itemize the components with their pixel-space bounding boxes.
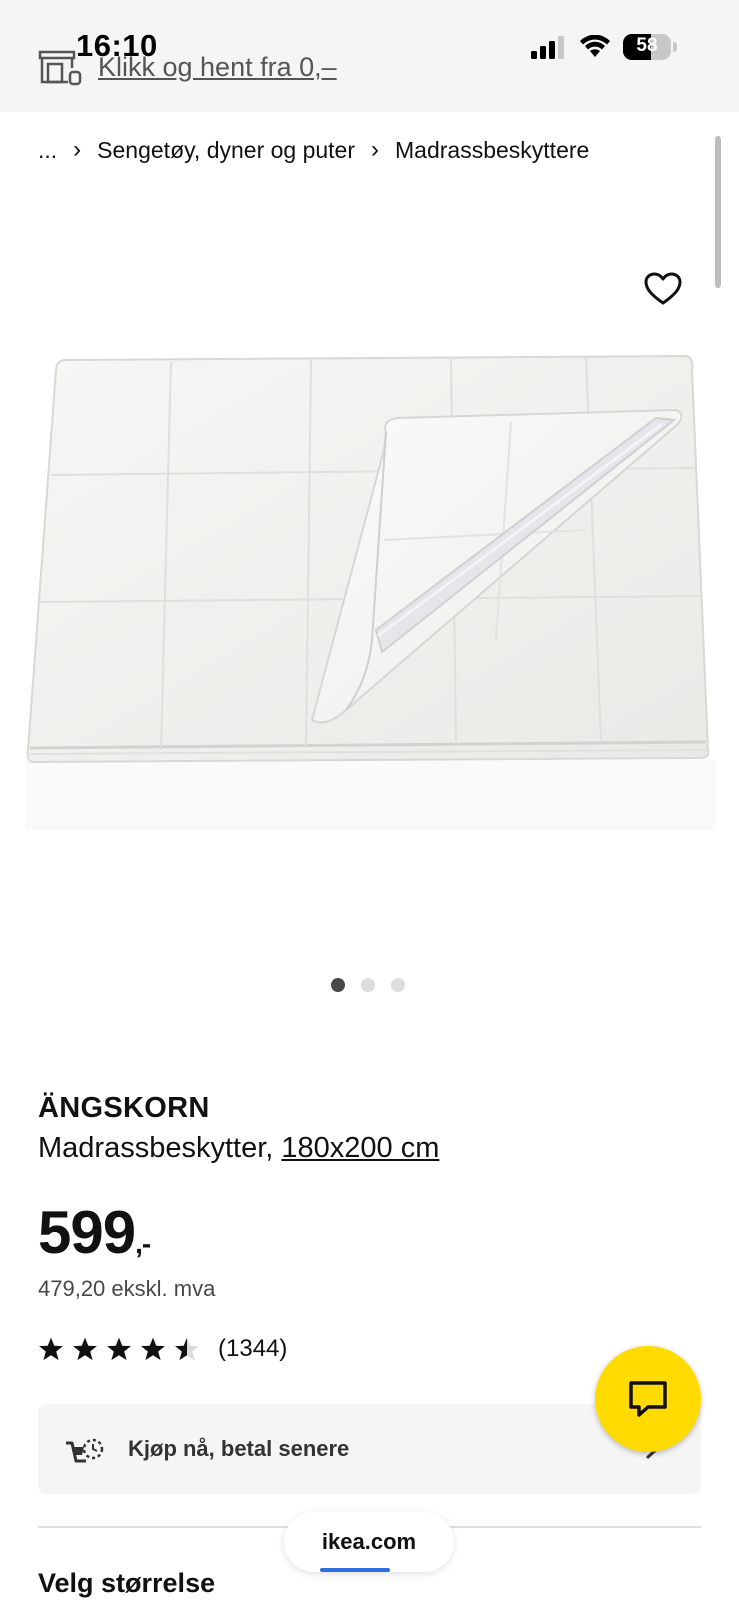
chat-bubble-icon [629, 1381, 667, 1417]
star-icon [73, 1337, 97, 1361]
choose-size-heading: Velg størrelse [38, 1568, 216, 1598]
page-scrollbar[interactable] [715, 136, 721, 288]
wifi-icon [580, 35, 610, 57]
price-ex-vat: 479,20 ekskl. mva [38, 1276, 216, 1301]
product-size-link[interactable]: 180x200 cm [281, 1132, 439, 1164]
product-rating[interactable]: (1344) [38, 1335, 287, 1363]
status-time: 16:10 [76, 28, 158, 63]
battery-level: 58 [636, 35, 658, 56]
battery-tip [673, 42, 677, 52]
cart-clock-icon [66, 1438, 104, 1463]
half-star-icon [175, 1337, 199, 1361]
cellular-signal-icon [531, 36, 564, 59]
gallery-dots [331, 978, 405, 992]
chevron-right-icon: › [73, 136, 82, 163]
chevron-right-icon: › [371, 136, 380, 163]
star-icon [107, 1337, 131, 1361]
star-icon [39, 1337, 63, 1361]
price-value: 599 [38, 1199, 136, 1266]
product-name: ÄNGSKORN [38, 1092, 210, 1124]
gallery-dot[interactable] [391, 978, 405, 992]
buy-now-pay-later-label: Kjøp nå, betal senere [128, 1436, 350, 1461]
review-count[interactable]: (1344) [218, 1335, 287, 1363]
status-icons: 58 [531, 34, 677, 60]
breadcrumb-ellipsis[interactable]: ... [38, 137, 57, 164]
product-price: 599,- [38, 1198, 151, 1267]
chat-button[interactable] [595, 1346, 701, 1452]
breadcrumb-mattress-protectors[interactable]: Madrassbeskyttere [395, 137, 589, 164]
star-icon [141, 1337, 165, 1361]
product-description: Madrassbeskytter, 180x200 cm [38, 1132, 439, 1165]
battery-icon: 58 [623, 34, 671, 60]
breadcrumb: ... › Sengetøy, dyner og puter › Madrass… [38, 136, 589, 164]
heart-icon[interactable] [644, 272, 682, 306]
browser-url-bar[interactable]: ikea.com [284, 1512, 454, 1572]
price-suffix: ,- [135, 1228, 151, 1259]
breadcrumb-bedding[interactable]: Sengetøy, dyner og puter [97, 137, 355, 164]
url-text: ikea.com [321, 1529, 417, 1554]
gallery-dot[interactable] [361, 978, 375, 992]
page-load-progress [320, 1568, 390, 1572]
product-type: Madrassbeskytter, [38, 1132, 274, 1164]
product-image[interactable] [26, 340, 716, 840]
gallery-dot[interactable] [331, 978, 345, 992]
